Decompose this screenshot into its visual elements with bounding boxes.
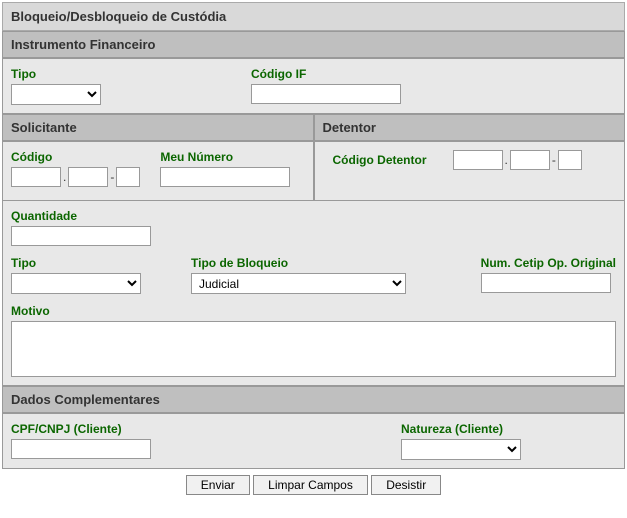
dash-separator: - <box>552 153 556 167</box>
cpf-input[interactable] <box>11 439 151 459</box>
detentor-codigo-p2[interactable] <box>510 150 550 170</box>
num-cetip-label: Num. Cetip Op. Original <box>481 256 616 270</box>
detentor-header: Detentor <box>314 114 626 141</box>
instrumento-body: Tipo Código IF <box>2 58 625 114</box>
complementares-header: Dados Complementares <box>2 386 625 413</box>
detentor-codigo-label: Código Detentor <box>333 153 427 167</box>
mid-tipo-select[interactable] <box>11 273 141 294</box>
mid-tipo-label: Tipo <box>11 256 151 270</box>
detentor-codigo-p3[interactable] <box>558 150 582 170</box>
detentor-codigo-p1[interactable] <box>453 150 503 170</box>
solicitante-codigo-label: Código <box>11 150 140 164</box>
cpf-label: CPF/CNPJ (Cliente) <box>11 422 291 436</box>
tipo-bloqueio-label: Tipo de Bloqueio <box>191 256 421 270</box>
meu-numero-label: Meu Número <box>160 150 290 164</box>
desistir-button[interactable]: Desistir <box>371 475 441 495</box>
detentor-body: Código Detentor . - <box>314 141 626 201</box>
limpar-button[interactable]: Limpar Campos <box>253 475 368 495</box>
solicitante-codigo-p3[interactable] <box>116 167 140 187</box>
codigo-if-input[interactable] <box>251 84 401 104</box>
tipo-bloqueio-select[interactable]: Judicial <box>191 273 406 294</box>
page-title: Bloqueio/Desbloqueio de Custódia <box>2 2 625 31</box>
dash-separator: - <box>110 170 114 184</box>
dot-separator: . <box>505 153 508 167</box>
tipo-label: Tipo <box>11 67 121 81</box>
natureza-label: Natureza (Cliente) <box>401 422 521 436</box>
codigo-if-label: Código IF <box>251 67 401 81</box>
solicitante-codigo-p1[interactable] <box>11 167 61 187</box>
complementares-body: CPF/CNPJ (Cliente) Natureza (Cliente) <box>2 413 625 469</box>
middle-body: Quantidade Tipo Tipo de Bloqueio Judicia… <box>2 201 625 386</box>
instrumento-header: Instrumento Financeiro <box>2 31 625 58</box>
natureza-select[interactable] <box>401 439 521 460</box>
dot-separator: . <box>63 170 66 184</box>
tipo-select[interactable] <box>11 84 101 105</box>
solicitante-body: Código . - Meu Número <box>2 141 314 201</box>
button-row: Enviar Limpar Campos Desistir <box>2 469 625 501</box>
enviar-button[interactable]: Enviar <box>186 475 250 495</box>
solicitante-header: Solicitante <box>2 114 314 141</box>
num-cetip-input[interactable] <box>481 273 611 293</box>
meu-numero-input[interactable] <box>160 167 290 187</box>
motivo-label: Motivo <box>11 304 616 318</box>
solicitante-codigo-p2[interactable] <box>68 167 108 187</box>
motivo-textarea[interactable] <box>11 321 616 377</box>
quantidade-input[interactable] <box>11 226 151 246</box>
quantidade-label: Quantidade <box>11 209 151 223</box>
